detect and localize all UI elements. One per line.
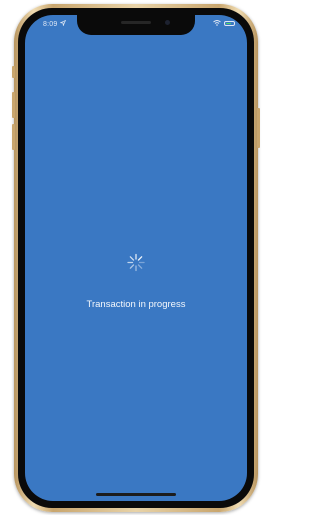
power-button xyxy=(257,108,260,148)
spinner-icon xyxy=(126,253,146,278)
spinner-spoke xyxy=(129,264,135,269)
volume-up-button xyxy=(12,92,15,118)
location-arrow-icon xyxy=(58,19,66,27)
spinner-spoke xyxy=(137,264,143,269)
status-time: 8:09 xyxy=(43,19,66,28)
home-indicator[interactable] xyxy=(96,493,176,496)
battery-level xyxy=(226,22,231,24)
transaction-status-text: Transaction in progress xyxy=(86,299,186,310)
mute-switch xyxy=(12,66,15,78)
earpiece-speaker xyxy=(121,21,151,24)
screen: 8:09 Transaction in progress xyxy=(25,15,247,501)
notch xyxy=(77,15,195,35)
front-camera xyxy=(165,20,170,25)
phone-frame: 8:09 Transaction in progress xyxy=(12,4,260,512)
wifi-icon xyxy=(213,20,221,26)
spinner-spoke xyxy=(137,256,143,261)
phone-bezel: 8:09 Transaction in progress xyxy=(18,8,254,508)
status-indicators xyxy=(213,20,235,26)
spinner-spoke xyxy=(129,256,135,261)
volume-down-button xyxy=(12,124,15,150)
battery-icon xyxy=(224,20,235,26)
